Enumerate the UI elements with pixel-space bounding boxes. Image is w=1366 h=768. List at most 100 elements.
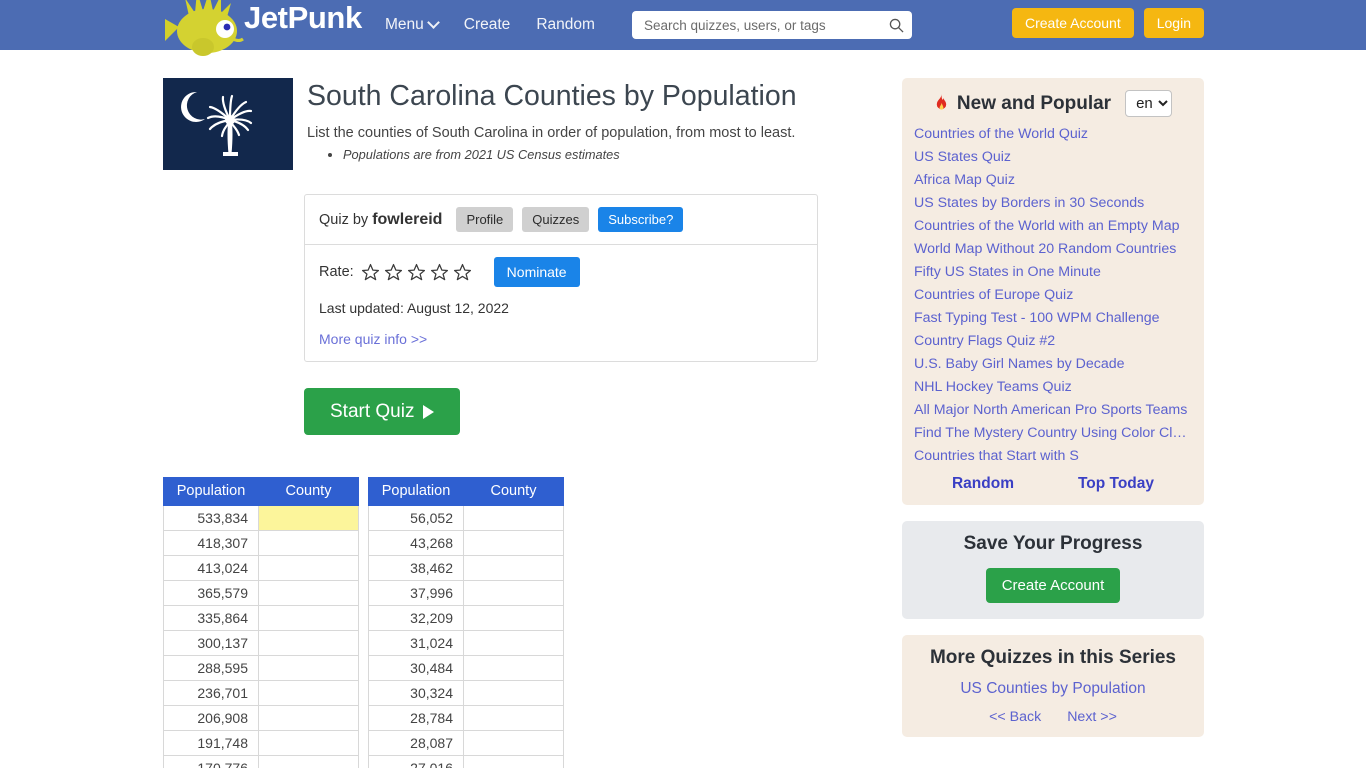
cell-county-answer[interactable] bbox=[463, 580, 564, 606]
nav-item-random[interactable]: Random bbox=[536, 16, 595, 34]
nav-item-menu[interactable]: Menu bbox=[385, 15, 440, 34]
popular-panel-footer: Random Top Today bbox=[902, 475, 1204, 493]
cell-population: 30,484 bbox=[368, 655, 464, 681]
popular-quiz-link-5[interactable]: World Map Without 20 Random Countries bbox=[914, 241, 1192, 257]
quiz-info-card: Quiz by fowlereid Profile Quizzes Subscr… bbox=[304, 194, 818, 362]
star-icon-5[interactable] bbox=[453, 263, 472, 282]
series-next-link[interactable]: Next >> bbox=[1067, 709, 1117, 725]
cell-county-answer[interactable] bbox=[258, 580, 359, 606]
random-link[interactable]: Random bbox=[952, 475, 1014, 493]
cell-county-answer[interactable] bbox=[463, 705, 564, 731]
cell-county-answer[interactable] bbox=[463, 505, 564, 531]
cell-county-answer[interactable] bbox=[463, 630, 564, 656]
popular-quiz-link-7[interactable]: Countries of Europe Quiz bbox=[914, 287, 1192, 303]
list-item: World Map Without 20 Random Countries bbox=[914, 241, 1192, 257]
cell-county-answer[interactable] bbox=[258, 755, 359, 768]
header-auth-buttons: Create Account Login bbox=[1012, 8, 1204, 38]
quiz-notes: Populations are from 2021 US Census esti… bbox=[307, 147, 797, 162]
list-item: Africa Map Quiz bbox=[914, 172, 1192, 188]
list-item: Countries of the World with an Empty Map bbox=[914, 218, 1192, 234]
table-row: 335,864 bbox=[163, 605, 359, 631]
table-row: 28,087 bbox=[368, 730, 564, 756]
quiz-author-prefix: Quiz by bbox=[319, 211, 369, 228]
play-icon bbox=[423, 404, 435, 419]
cell-county-answer[interactable] bbox=[258, 705, 359, 731]
south-carolina-flag-icon bbox=[163, 78, 293, 170]
more-quiz-info-link[interactable]: More quiz info >> bbox=[319, 331, 427, 347]
subscribe-button[interactable]: Subscribe? bbox=[598, 207, 684, 232]
cell-county-answer[interactable] bbox=[463, 655, 564, 681]
popular-quiz-link-13[interactable]: Find The Mystery Country Using Color Cl… bbox=[914, 425, 1192, 441]
popular-quiz-link-11[interactable]: NHL Hockey Teams Quiz bbox=[914, 379, 1192, 395]
popular-quiz-link-0[interactable]: Countries of the World Quiz bbox=[914, 126, 1192, 142]
top-today-link[interactable]: Top Today bbox=[1078, 475, 1154, 493]
language-select[interactable]: enesfrde bbox=[1125, 90, 1173, 117]
list-item: Country Flags Quiz #2 bbox=[914, 333, 1192, 349]
table-row: 32,209 bbox=[368, 605, 564, 631]
popular-quiz-link-8[interactable]: Fast Typing Test - 100 WPM Challenge bbox=[914, 310, 1192, 326]
cell-population: 300,137 bbox=[163, 630, 259, 656]
quizzes-button[interactable]: Quizzes bbox=[522, 207, 590, 232]
cell-population: 191,748 bbox=[163, 730, 259, 756]
search-input[interactable] bbox=[642, 16, 889, 34]
cell-population: 418,307 bbox=[163, 530, 259, 556]
star-icon-2[interactable] bbox=[384, 263, 403, 282]
rating-stars[interactable] bbox=[361, 263, 472, 282]
list-item: U.S. Baby Girl Names by Decade bbox=[914, 356, 1192, 372]
column-header-population: Population bbox=[368, 477, 464, 506]
popular-quiz-link-9[interactable]: Country Flags Quiz #2 bbox=[914, 333, 1192, 349]
nav-item-create[interactable]: Create bbox=[464, 16, 511, 34]
cell-population: 37,996 bbox=[368, 580, 464, 606]
site-header: JetPunk Menu Create Random Create Accoun… bbox=[0, 0, 1366, 56]
popular-quiz-link-1[interactable]: US States Quiz bbox=[914, 149, 1192, 165]
cell-county-answer[interactable] bbox=[258, 555, 359, 581]
quiz-author-name: fowlereid bbox=[372, 210, 443, 228]
popular-quiz-link-10[interactable]: U.S. Baby Girl Names by Decade bbox=[914, 356, 1192, 372]
popular-quiz-link-3[interactable]: US States by Borders in 30 Seconds bbox=[914, 195, 1192, 211]
star-icon-3[interactable] bbox=[407, 263, 426, 282]
start-quiz-button[interactable]: Start Quiz bbox=[304, 388, 461, 435]
series-pagination: << Back Next >> bbox=[902, 709, 1204, 725]
cell-county-answer[interactable] bbox=[463, 605, 564, 631]
cell-county-answer[interactable] bbox=[463, 755, 564, 768]
panel-new-and-popular: New and Popular enesfrde Countries of th… bbox=[902, 78, 1204, 505]
search-icon[interactable] bbox=[889, 18, 904, 33]
cell-county-answer[interactable] bbox=[258, 505, 359, 531]
cell-county-answer[interactable] bbox=[258, 530, 359, 556]
cell-county-answer[interactable] bbox=[463, 530, 564, 556]
star-icon-1[interactable] bbox=[361, 263, 380, 282]
nominate-button[interactable]: Nominate bbox=[493, 257, 580, 287]
create-account-button[interactable]: Create Account bbox=[1012, 8, 1134, 38]
popular-quiz-link-4[interactable]: Countries of the World with an Empty Map bbox=[914, 218, 1192, 234]
list-item: Countries that Start with S bbox=[914, 448, 1192, 464]
popular-quiz-link-2[interactable]: Africa Map Quiz bbox=[914, 172, 1192, 188]
popular-quiz-link-14[interactable]: Countries that Start with S bbox=[914, 448, 1192, 464]
cell-population: 38,462 bbox=[368, 555, 464, 581]
popular-quiz-link-12[interactable]: All Major North American Pro Sports Team… bbox=[914, 402, 1192, 418]
series-quiz-link[interactable]: US Counties by Population bbox=[902, 680, 1204, 698]
search-box[interactable] bbox=[632, 11, 912, 39]
cell-county-answer[interactable] bbox=[258, 630, 359, 656]
panel-more-quizzes-series: More Quizzes in this Series US Counties … bbox=[902, 635, 1204, 737]
cell-county-answer[interactable] bbox=[463, 730, 564, 756]
cell-population: 56,052 bbox=[368, 505, 464, 531]
popular-quiz-list: Countries of the World Quiz US States Qui… bbox=[902, 126, 1204, 464]
cell-population: 288,595 bbox=[163, 655, 259, 681]
panel-heading-text: New and Popular bbox=[956, 92, 1112, 114]
cell-county-answer[interactable] bbox=[258, 680, 359, 706]
quiz-meta-row: Rate: Nominate Last updated: August 12, … bbox=[305, 245, 817, 361]
series-back-link[interactable]: << Back bbox=[989, 709, 1041, 725]
cell-county-answer[interactable] bbox=[258, 605, 359, 631]
rate-label: Rate: bbox=[319, 264, 354, 280]
star-icon-4[interactable] bbox=[430, 263, 449, 282]
cell-county-answer[interactable] bbox=[258, 730, 359, 756]
popular-quiz-link-6[interactable]: Fifty US States in One Minute bbox=[914, 264, 1192, 280]
cell-county-answer[interactable] bbox=[463, 680, 564, 706]
cell-county-answer[interactable] bbox=[258, 655, 359, 681]
brand-logo-link[interactable]: JetPunk bbox=[163, 0, 362, 56]
cell-county-answer[interactable] bbox=[463, 555, 564, 581]
sidebar-create-account-button[interactable]: Create Account bbox=[985, 568, 1121, 603]
quiz-answer-tables: Population County 533,834 418,307 413,024 3… bbox=[163, 477, 863, 768]
profile-button[interactable]: Profile bbox=[456, 207, 514, 232]
login-button[interactable]: Login bbox=[1143, 8, 1204, 38]
